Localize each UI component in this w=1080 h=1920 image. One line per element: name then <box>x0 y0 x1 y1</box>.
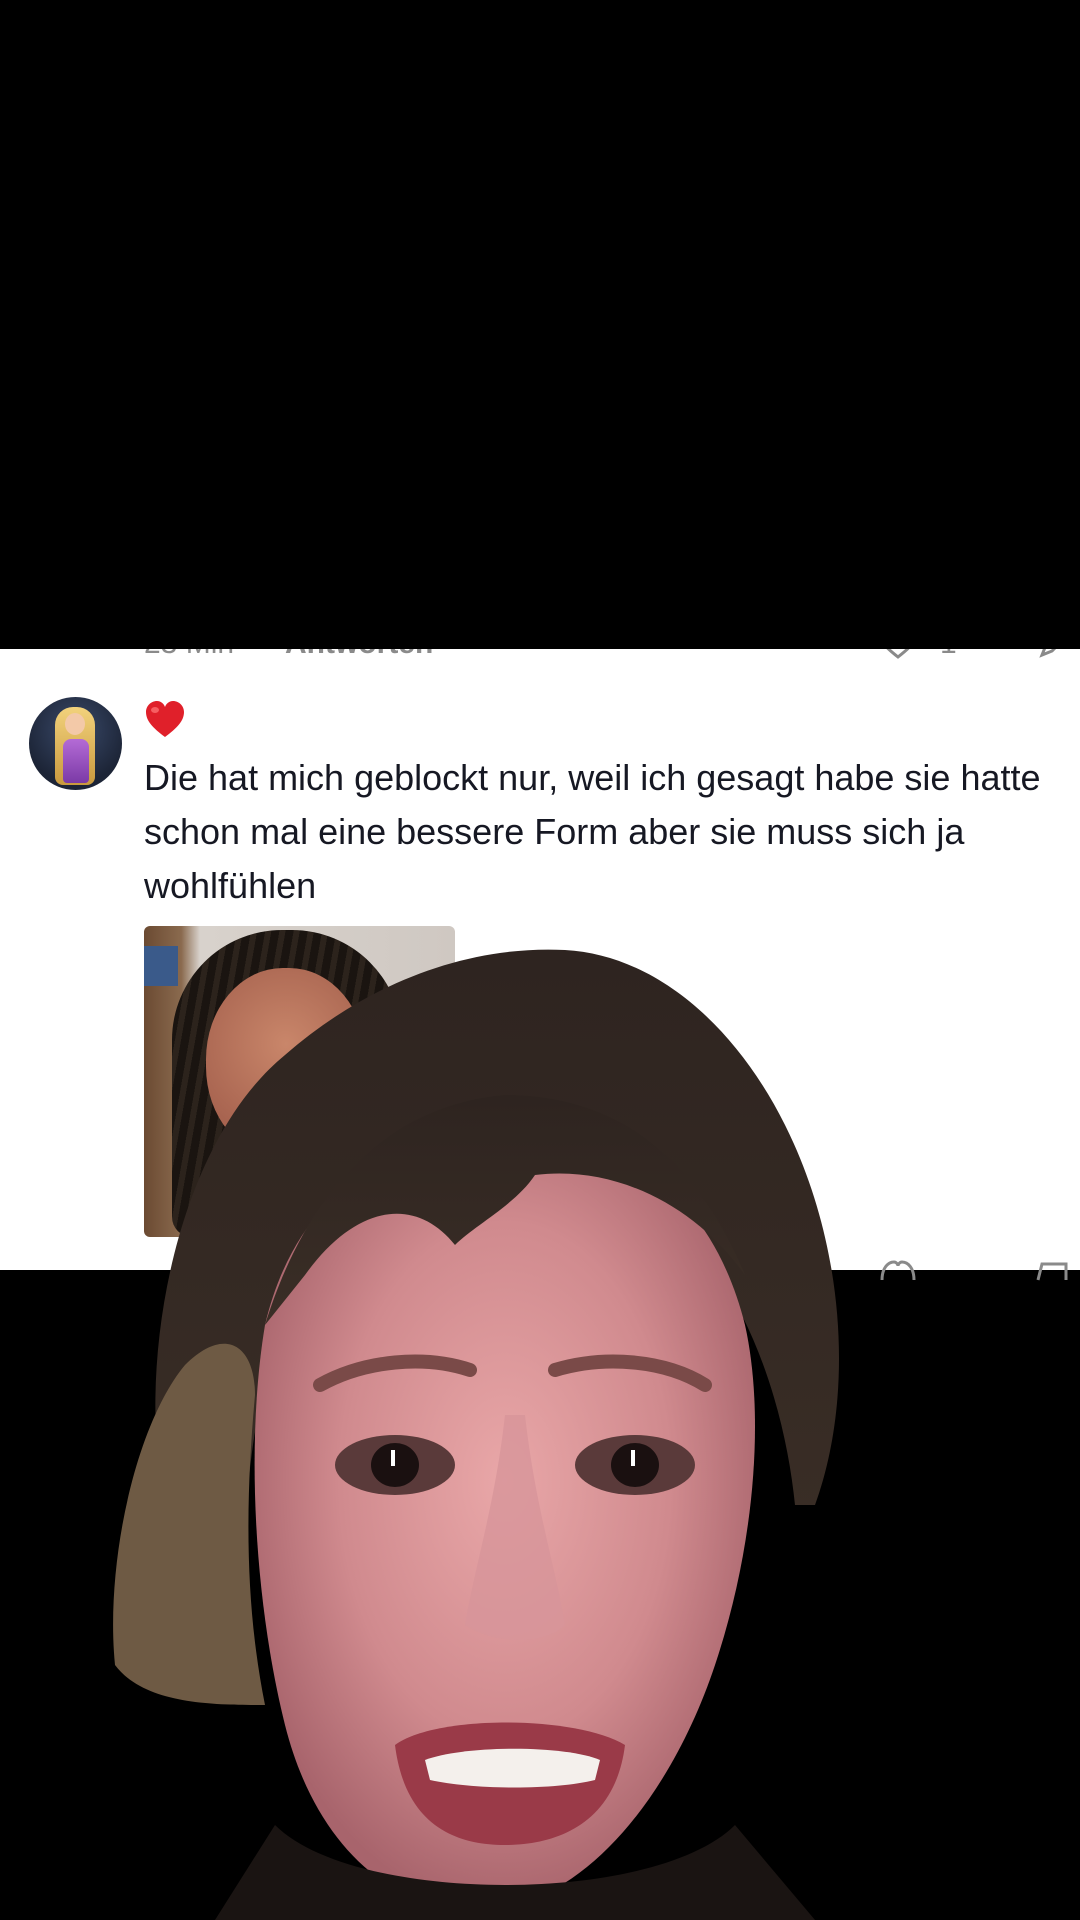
comment-text: Die hat mich geblockt nur, weil ich gesa… <box>144 757 1041 906</box>
previous-like-count: 1 <box>940 649 957 661</box>
previous-comment-time: 23 Min <box>144 649 234 661</box>
video-frame: 23 Min Antworten 1 Die hat mich geblockt… <box>0 0 1080 1920</box>
reply-button[interactable]: Antworten <box>285 649 433 661</box>
top-black-area <box>0 0 1080 649</box>
heart-outline-icon[interactable] <box>880 649 916 659</box>
previous-comment-footer: 23 Min Antworten 1 <box>0 649 1080 661</box>
pencil-icon[interactable] <box>1034 1258 1070 1282</box>
avatar[interactable] <box>29 697 122 790</box>
red-heart-emoji <box>146 701 184 737</box>
pencil-icon[interactable] <box>1036 649 1070 661</box>
green-screen-person-overlay <box>113 949 839 1920</box>
